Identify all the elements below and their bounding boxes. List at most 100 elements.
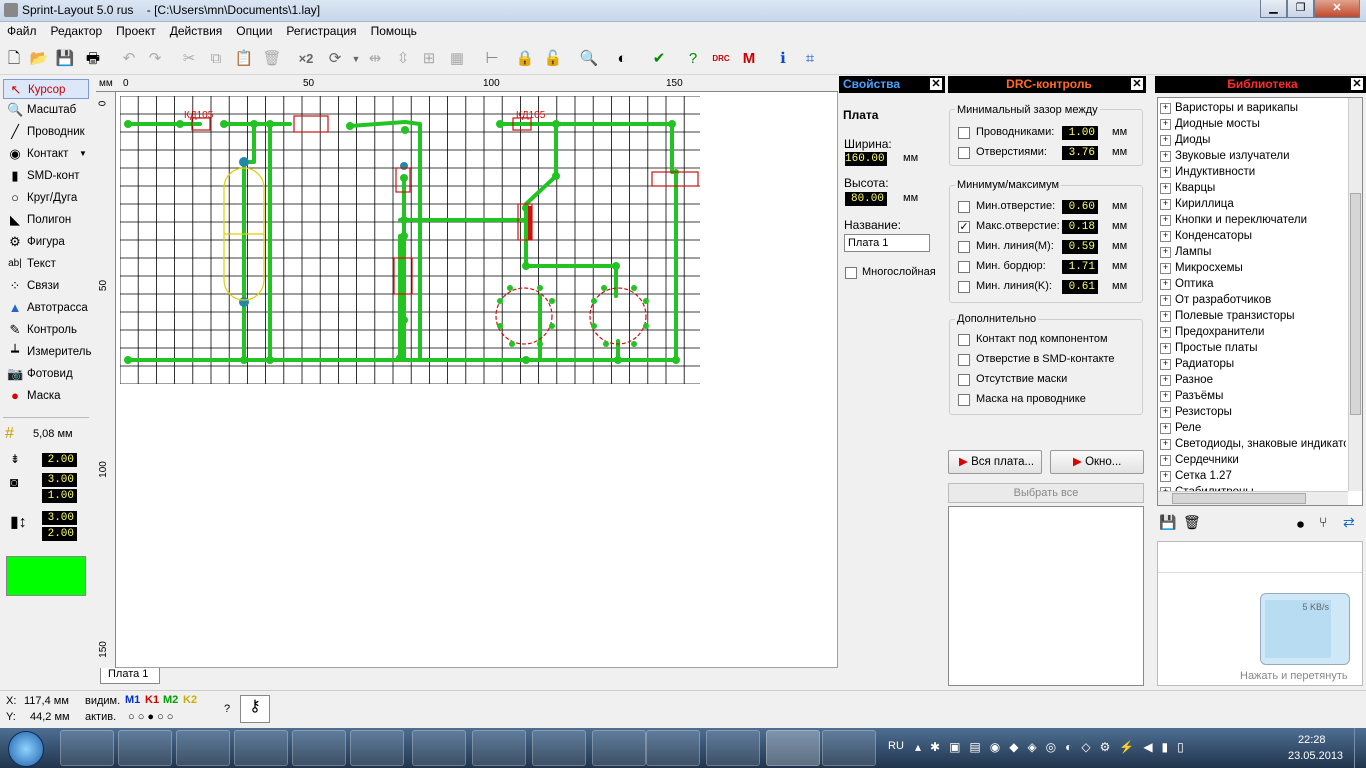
tool-zoom[interactable]: 🔍 Масштаб [3,100,89,120]
library-close-button[interactable]: ✕ [1350,77,1364,91]
grid-size[interactable]: 5,08 мм [33,428,73,440]
menu-registration[interactable]: Регистрация [279,22,363,38]
smd-height-field[interactable]: 2.00 [42,527,77,541]
tool-pad[interactable]: ◉ Контакт ▼ [3,144,89,164]
library-item[interactable]: От разработчиков [1158,292,1346,308]
tool-smd[interactable]: ▮ SMD-конт [3,166,89,186]
zoom-icon[interactable]: 🔍 [578,48,600,70]
library-save-icon[interactable]: 💾 [1159,514,1176,531]
clock-date[interactable]: 23.05.2013 [1288,750,1343,762]
tool-cursor[interactable]: ↖ Курсор [3,79,89,99]
layer-k1[interactable]: K1 [145,694,159,706]
drc-rule-value[interactable]: 3.76 [1062,146,1098,160]
pad-outer-field[interactable]: 3.00 [42,473,77,487]
library-item[interactable]: Конденсаторы [1158,228,1346,244]
language-indicator[interactable]: RU [888,740,904,752]
tool-text[interactable]: ab| Текст [3,254,89,274]
library-item[interactable]: Кнопки и переключатели [1158,212,1346,228]
drc-checkbox[interactable]: ✓ [958,221,970,233]
library-item[interactable]: Кириллица [1158,196,1346,212]
app2-taskbar-icon[interactable] [822,730,876,766]
library-item[interactable]: Сетка 1.27 [1158,468,1346,484]
library-record-icon[interactable]: ⏺ [1297,516,1304,533]
network-gadget[interactable]: 5 KB/s [1260,593,1350,665]
library-delete-icon[interactable]: 🗑 [1183,514,1201,531]
clock-taskbar-icon[interactable] [592,730,646,766]
tab-board-1[interactable]: Плата 1 [100,668,160,684]
board-name-input[interactable]: Плата 1 [844,234,930,252]
mail-taskbar-icon[interactable] [532,730,586,766]
ie-taskbar-icon[interactable] [234,730,288,766]
library-item[interactable]: Оптика [1158,276,1346,292]
test-icon[interactable]: ? [682,48,704,70]
library-hscrollbar[interactable] [1158,491,1348,505]
tool-measure[interactable]: ┷ Измеритель [3,342,91,362]
tool-circle[interactable]: ○ Круг/Дуга [3,188,89,208]
undo-icon[interactable]: ↶ [118,48,140,70]
yandex-taskbar-icon[interactable] [412,730,466,766]
menu-help[interactable]: Помощь [364,22,424,38]
drc-results-list[interactable] [948,506,1144,686]
library-refresh-icon[interactable]: ⇄ [1343,514,1355,531]
library-item[interactable]: Реле [1158,420,1346,436]
close-window-button[interactable]: ✕ [1314,0,1360,18]
align-icon[interactable]: ⊞ [418,48,440,70]
drc-checkbox[interactable] [958,147,970,159]
library-vscroll-thumb[interactable] [1350,193,1361,415]
check-whole-board-button[interactable]: ▶ Вся плата... [948,450,1042,474]
visual-studio-taskbar-icon[interactable] [176,730,230,766]
menu-file[interactable]: Файл [0,22,44,38]
drc-rule-value[interactable]: 0.18 [1062,220,1098,234]
drc-rule-value[interactable]: 1.00 [1062,126,1098,140]
app-taskbar-icon[interactable] [118,730,172,766]
word-taskbar-icon[interactable] [706,730,760,766]
start-button[interactable] [8,731,44,767]
drc-icon[interactable]: DRC [710,48,732,70]
tool-track[interactable]: ╱ Проводник [3,122,89,142]
library-item[interactable]: Диодные мосты [1158,116,1346,132]
library-item[interactable]: Простые платы [1158,340,1346,356]
chrome-taskbar-icon[interactable] [350,730,404,766]
tool-connections[interactable]: ⁘ Связи [3,276,89,296]
layer-k2[interactable]: K2 [183,694,197,706]
tool-mask[interactable]: ● Маска [3,386,89,406]
pcb-board[interactable]: КД105 КД105 [120,96,700,384]
check-window-button[interactable]: ▶ Окно... [1050,450,1144,474]
drc-close-button[interactable]: ✕ [1130,77,1144,91]
print-icon[interactable]: 🖶 [82,48,104,70]
drc-checkbox[interactable] [958,201,970,213]
select-all-button[interactable]: Выбрать все [948,483,1144,503]
library-item[interactable]: Разъёмы [1158,388,1346,404]
drc-checkbox[interactable] [958,127,970,139]
library-hscroll-thumb[interactable] [1172,493,1306,504]
library-tree[interactable]: Варисторы и варикапыДиодные мостыДиодыЗв… [1157,97,1363,506]
library-item[interactable]: Микросхемы [1158,260,1346,276]
properties-close-button[interactable]: ✕ [929,77,943,91]
menu-options[interactable]: Опции [229,22,279,38]
new-file-icon[interactable]: 🗋 [3,48,25,70]
redo-icon[interactable]: ↷ [144,48,166,70]
mirror-v-icon[interactable]: ⇳ [392,48,414,70]
open-folder-icon[interactable]: 📂 [28,48,50,70]
library-item[interactable]: Разное [1158,372,1346,388]
tool-shape[interactable]: ⚙ Фигура [3,232,89,252]
save-icon[interactable]: 💾 [54,48,76,70]
library-item[interactable]: Звуковые излучатели [1158,148,1346,164]
pad-dropdown-icon[interactable]: ▼ [79,144,87,164]
library-item[interactable]: Диоды [1158,132,1346,148]
library-item[interactable]: Полевые транзисторы [1158,308,1346,324]
tool-photoview[interactable]: 📷 Фотовид [3,364,89,384]
smd-width-field[interactable]: 3.00 [42,511,77,525]
layer-m1[interactable]: M1 [125,694,140,706]
unlock-icon[interactable]: 🔓 [542,48,564,70]
library-item[interactable]: Лампы [1158,244,1346,260]
transparency-icon[interactable]: ◐ [611,48,633,70]
menu-edit[interactable]: Редактор [44,22,110,38]
drc-checkbox[interactable] [958,374,970,386]
help-icon[interactable]: ? [224,703,230,715]
drc-rule-value[interactable]: 0.59 [1062,240,1098,254]
library-item[interactable]: Индуктивности [1158,164,1346,180]
library-filter-icon[interactable]: ⑂ [1319,514,1327,530]
board-height-field[interactable]: 80.00 [845,192,887,206]
drc-check-icon[interactable]: ✔ [648,48,670,70]
